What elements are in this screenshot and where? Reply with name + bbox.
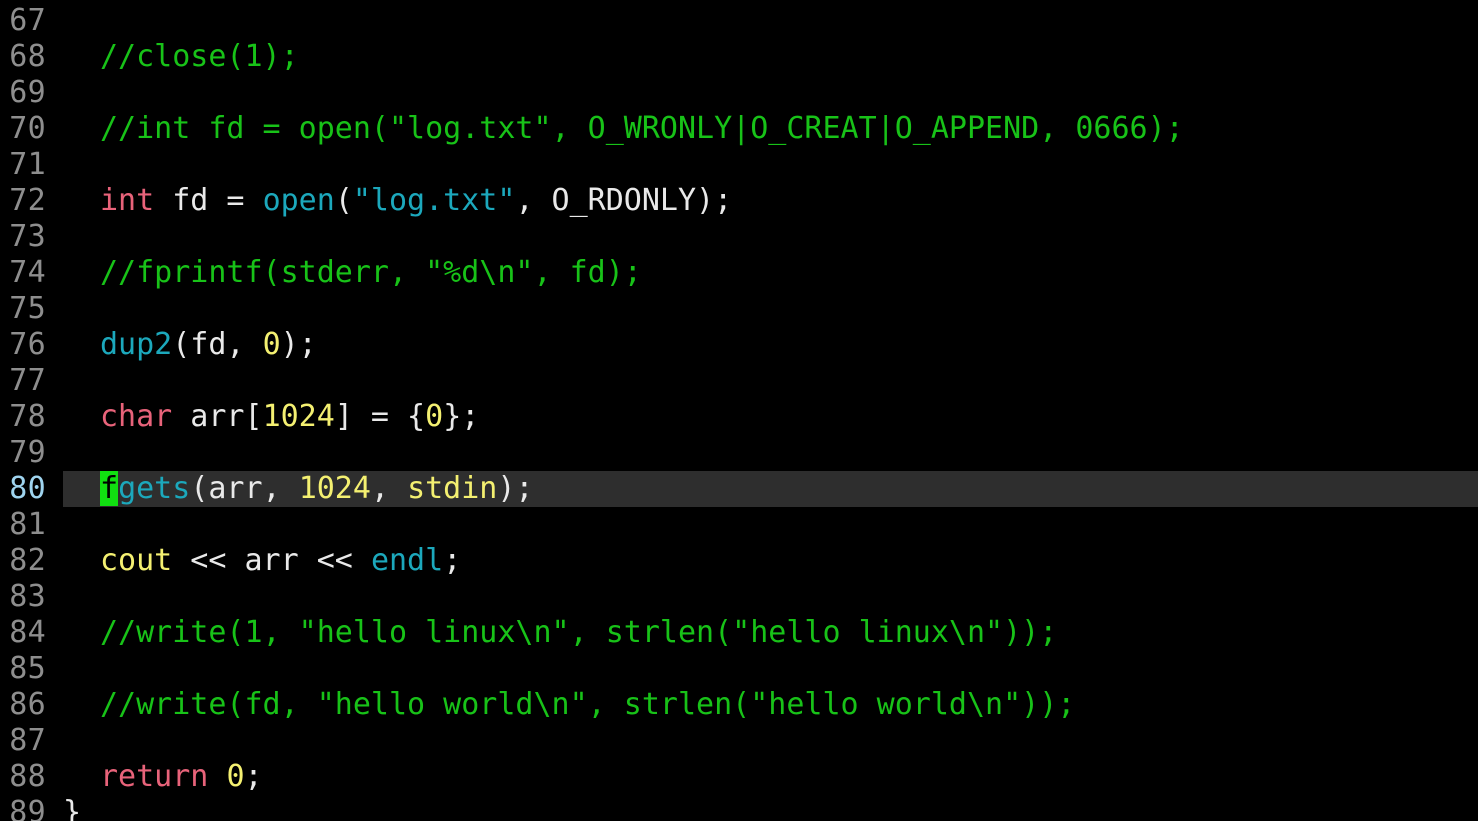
code-editor[interactable]: 67 68 //close(1); 69 70 //int fd = open("log.… [0, 0, 1478, 821]
code-line[interactable]: 77 [0, 363, 1478, 399]
code-token: 1024 [298, 471, 371, 506]
code-line[interactable]: 69 [0, 75, 1478, 111]
line-number: 85 [9, 651, 46, 686]
code-token: 0 [262, 327, 281, 362]
line-number: 68 [9, 39, 46, 74]
code-line[interactable]: 78 char arr[1024] = {0}; [0, 399, 1478, 435]
code-token: arr[ [172, 399, 263, 434]
code-text[interactable]: int fd = open("log.txt", O_RDONLY); [100, 183, 732, 219]
code-token: dup2 [100, 327, 173, 362]
code-token: ] = { [334, 399, 426, 434]
code-token: fd = [154, 183, 263, 218]
code-token: //fprintf(stderr, "%d\n", fd); [100, 255, 642, 290]
line-number: 73 [9, 219, 46, 254]
line-number: 74 [9, 255, 46, 290]
code-line[interactable]: 88 return 0; [0, 759, 1478, 795]
code-token: , [370, 471, 408, 506]
code-token: } [63, 795, 82, 821]
code-token: endl [370, 543, 444, 578]
code-text[interactable]: //close(1); [100, 39, 299, 75]
code-text[interactable]: fgets(arr, 1024, stdin); [100, 471, 534, 507]
line-number: 86 [9, 687, 46, 722]
code-token: "log.txt" [352, 183, 516, 218]
line-number: 76 [9, 327, 46, 362]
code-token: 1024 [262, 399, 335, 434]
code-token: 0 [226, 759, 245, 794]
code-line[interactable]: 74 //fprintf(stderr, "%d\n", fd); [0, 255, 1478, 291]
code-token: << arr << [172, 543, 371, 578]
text-cursor: f [100, 471, 119, 506]
line-number: 70 [9, 111, 46, 146]
code-line[interactable]: 75 [0, 291, 1478, 327]
code-text[interactable]: return 0; [100, 759, 263, 795]
code-token: }; [443, 399, 480, 434]
line-number: 71 [9, 147, 46, 182]
code-token: open [262, 183, 335, 218]
code-text[interactable]: //fprintf(stderr, "%d\n", fd); [100, 255, 642, 291]
code-text[interactable]: //write(fd, "hello world\n", strlen("hel… [100, 687, 1075, 723]
line-number: 84 [9, 615, 46, 650]
code-token: ); [280, 327, 317, 362]
code-line[interactable]: 76 dup2(fd, 0); [0, 327, 1478, 363]
code-text[interactable]: } [63, 795, 81, 821]
line-number: 72 [9, 183, 46, 218]
code-token: ( [334, 183, 353, 218]
line-number: 89 [9, 795, 46, 821]
code-token: //close(1); [100, 39, 299, 74]
line-number: 78 [9, 399, 46, 434]
line-number: 67 [9, 3, 46, 38]
code-line[interactable]: 82 cout << arr << endl; [0, 543, 1478, 579]
line-number: 82 [9, 543, 46, 578]
code-token: , O_RDONLY); [515, 183, 733, 218]
code-token: (fd, [172, 327, 263, 362]
line-number: 79 [9, 435, 46, 470]
line-number: 81 [9, 507, 46, 542]
code-line[interactable]: 73 [0, 219, 1478, 255]
line-number: 77 [9, 363, 46, 398]
code-line[interactable]: 79 [0, 435, 1478, 471]
code-token: ); [497, 471, 534, 506]
code-token: ; [443, 543, 462, 578]
code-token: stdin [407, 471, 498, 506]
line-number: 87 [9, 723, 46, 758]
line-number: 69 [9, 75, 46, 110]
code-line[interactable]: 87 [0, 723, 1478, 759]
code-line[interactable]: 85 [0, 651, 1478, 687]
code-line[interactable]: 86 //write(fd, "hello world\n", strlen("h… [0, 687, 1478, 723]
code-line[interactable]: 71 [0, 147, 1478, 183]
code-token: (arr, [190, 471, 299, 506]
line-number: 88 [9, 759, 46, 794]
code-text[interactable]: //write(1, "hello linux\n", strlen("hell… [100, 615, 1057, 651]
code-token: 0 [425, 399, 444, 434]
code-line[interactable]: 81 [0, 507, 1478, 543]
code-text[interactable]: cout << arr << endl; [100, 543, 461, 579]
code-token: //write(1, "hello linux\n", strlen("hell… [100, 615, 1058, 650]
code-text[interactable]: char arr[1024] = {0}; [100, 399, 479, 435]
code-token: cout [100, 543, 173, 578]
code-line[interactable]: 80 fgets(arr, 1024, stdin); [9, 471, 1478, 507]
code-line[interactable]: 68 //close(1); [0, 39, 1478, 75]
line-number: 75 [9, 291, 46, 326]
code-line[interactable]: 89} [0, 795, 1478, 821]
code-token: //int fd = open("log.txt", O_WRONLY|O_CR… [100, 111, 1184, 146]
code-token: //write(fd, "hello world\n", strlen("hel… [100, 687, 1076, 722]
code-token: gets [118, 471, 191, 506]
code-line[interactable]: 83 [0, 579, 1478, 615]
line-number: 80 [9, 471, 46, 506]
code-line[interactable]: 72 int fd = open("log.txt", O_RDONLY); [0, 183, 1478, 219]
code-token: int [100, 183, 155, 218]
code-text[interactable]: //int fd = open("log.txt", O_WRONLY|O_CR… [100, 111, 1184, 147]
code-token: ; [244, 759, 263, 794]
code-line[interactable]: 67 [0, 3, 1478, 39]
code-token: char [100, 399, 173, 434]
line-number: 83 [9, 579, 46, 614]
code-token: return [100, 759, 209, 794]
code-line[interactable]: 84 //write(1, "hello linux\n", strlen("he… [0, 615, 1478, 651]
code-line[interactable]: 70 //int fd = open("log.txt", O_WRONLY|O_… [0, 111, 1478, 147]
code-text[interactable]: dup2(fd, 0); [100, 327, 317, 363]
